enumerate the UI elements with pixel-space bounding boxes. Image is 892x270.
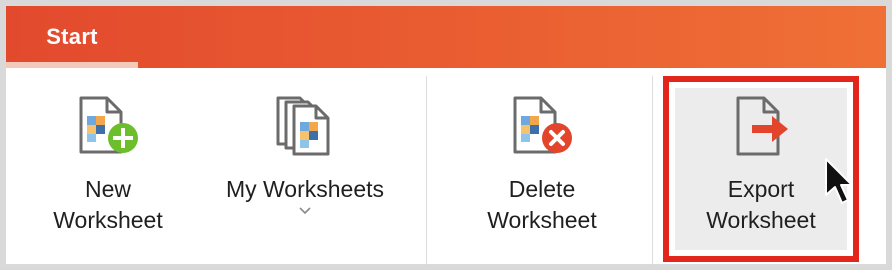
chevron-down-icon[interactable] [298, 205, 312, 215]
export-worksheet-icon [736, 96, 788, 156]
delete-worksheet-icon [513, 96, 572, 154]
my-worksheets-button[interactable]: My Worksheets [202, 68, 408, 264]
my-worksheets-icon [276, 96, 330, 156]
export-worksheet-label: Export Worksheet [706, 176, 816, 233]
new-worksheet-button[interactable]: New Worksheet [44, 68, 172, 264]
group-separator [652, 76, 653, 266]
mouse-pointer-icon [825, 158, 853, 204]
ribbon-header: Start [6, 6, 886, 68]
new-worksheet-icon [79, 96, 138, 154]
ribbon-toolbar: New Worksheet My Worksheets Delete Works… [6, 68, 886, 266]
my-worksheets-label: My Worksheets [225, 176, 385, 202]
tab-start[interactable]: Start [6, 6, 138, 68]
app-window: Start New Worksheet My Worksheets Delete… [0, 0, 892, 270]
delete-worksheet-label: Delete Worksheet [487, 176, 597, 233]
delete-worksheet-button[interactable]: Delete Worksheet [452, 68, 632, 264]
group-separator [426, 76, 427, 266]
tab-start-label: Start [46, 24, 98, 49]
new-worksheet-label: New Worksheet [53, 176, 163, 233]
